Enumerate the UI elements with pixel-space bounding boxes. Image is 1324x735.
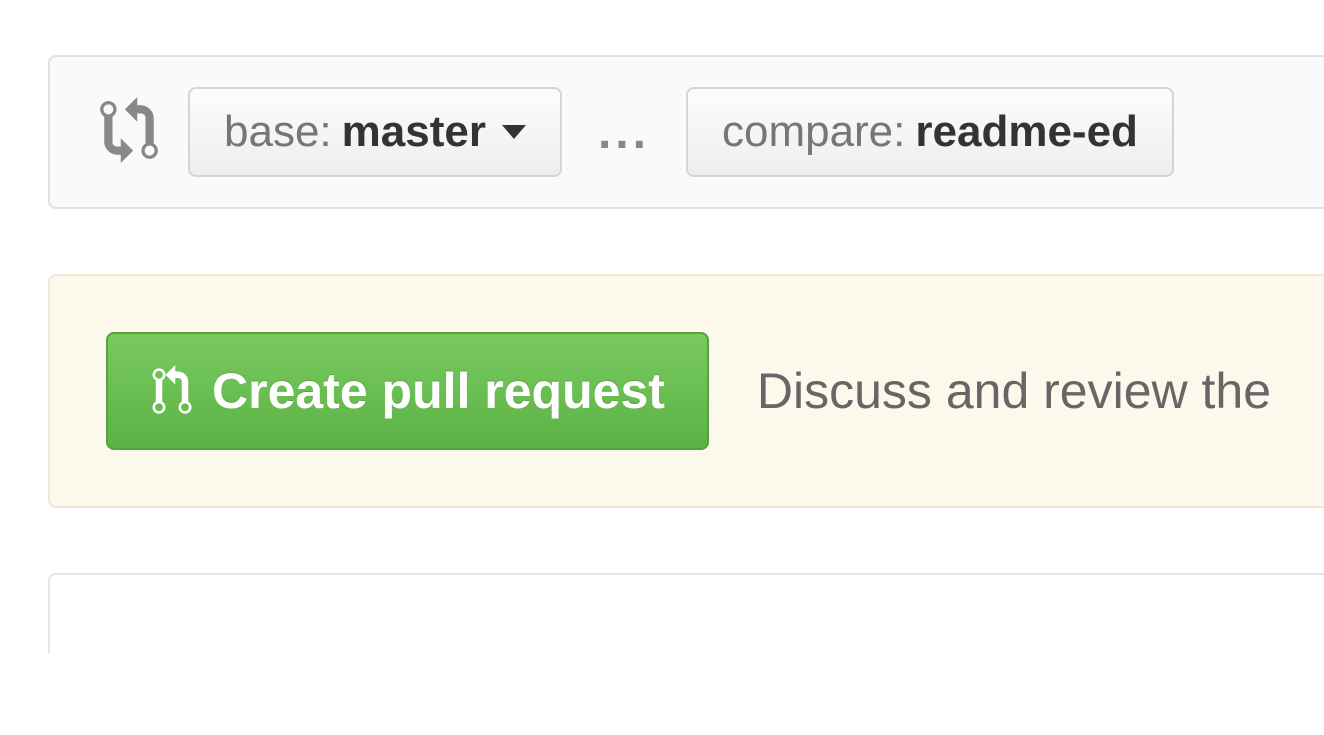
create-pull-request-button[interactable]: Create pull request (106, 332, 709, 450)
content-panel (48, 573, 1324, 653)
git-pull-request-icon (150, 365, 194, 417)
git-compare-icon (100, 97, 158, 168)
base-prefix-label: base: (224, 107, 332, 157)
pr-banner-description: Discuss and review the (757, 362, 1271, 420)
compare-branch-select[interactable]: compare: readme-ed (686, 87, 1174, 177)
base-branch-value: master (342, 107, 486, 157)
create-pr-button-label: Create pull request (212, 362, 665, 420)
compare-prefix-label: compare: (722, 107, 905, 157)
create-pr-banner: Create pull request Discuss and review t… (48, 274, 1324, 508)
compare-branches-bar: base: master ... compare: readme-ed (48, 55, 1324, 209)
compare-branch-value: readme-ed (915, 107, 1138, 157)
base-branch-select[interactable]: base: master (188, 87, 562, 177)
caret-down-icon (502, 125, 526, 139)
branch-separator: ... (592, 105, 656, 160)
